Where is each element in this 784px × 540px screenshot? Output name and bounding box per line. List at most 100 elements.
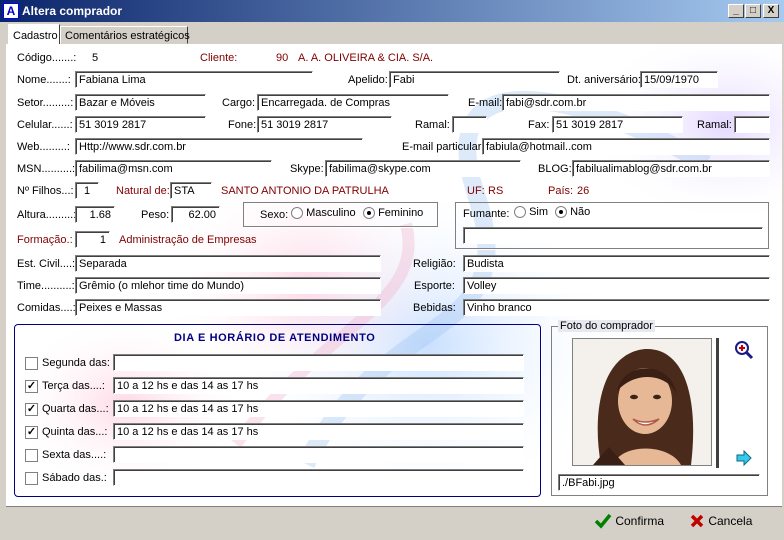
fumante-label: Fumante:	[463, 208, 510, 220]
sexo-masculino-label: Masculino	[306, 207, 356, 219]
confirm-label: Confirma	[615, 514, 665, 528]
nome-label: Nome.......:	[17, 74, 71, 86]
setor-input[interactable]: Bazar e Móveis	[75, 94, 206, 111]
bebidas-label: Bebidas:	[413, 302, 456, 314]
fone-input[interactable]: 51 3019 2817	[257, 116, 392, 133]
app-icon: A	[3, 3, 19, 19]
formacao-name: Administração de Empresas	[119, 234, 257, 246]
blog-input[interactable]: fabilualimablog@sdr.com.br	[572, 160, 770, 177]
religiao-input[interactable]: Budista	[463, 255, 770, 272]
quinta-checkbox[interactable]: ✓	[25, 426, 38, 439]
comidas-input[interactable]: Peixes e Massas	[75, 299, 381, 316]
web-input[interactable]: Http://www.sdr.com.br	[75, 138, 363, 155]
skype-input[interactable]: fabilima@skype.com	[325, 160, 521, 177]
terca-input[interactable]: 10 a 12 hs e das 14 as 17 hs	[113, 377, 524, 394]
time-label: Time..........:	[17, 280, 75, 292]
tab-cadastro[interactable]: Cadastro	[8, 24, 60, 46]
time-input[interactable]: Grêmio (o mlehor time do Mundo)	[75, 277, 381, 294]
msn-label: MSN..........:	[17, 163, 76, 175]
segunda-checkbox[interactable]	[25, 357, 38, 370]
nome-input[interactable]: Fabiana Lima	[75, 71, 313, 88]
tab-cadastro-label: Cadastro	[13, 30, 58, 42]
sexo-feminino-option[interactable]: Feminino	[363, 207, 424, 220]
cargo-label: Cargo:	[222, 97, 256, 109]
sexo-masculino-option[interactable]: Masculino	[291, 207, 356, 220]
filhos-label: Nº Filhos...:	[17, 185, 74, 197]
dt-aniversario-input[interactable]: 15/09/1970	[640, 71, 718, 88]
filhos-input[interactable]: 1	[75, 182, 99, 199]
photo-label: Foto do comprador	[558, 320, 655, 332]
maximize-button[interactable]: □	[745, 4, 761, 18]
segunda-input[interactable]	[113, 354, 524, 371]
bottom-divider	[6, 506, 782, 507]
email-particular-label: E-mail particular:	[402, 141, 485, 153]
fumante-nao-radio[interactable]	[555, 206, 567, 219]
fumante-nao-label: Não	[570, 206, 591, 218]
esporte-label: Esporte:	[414, 280, 455, 292]
cargo-input[interactable]: Encarregada. de Compras	[257, 94, 449, 111]
segunda-label: Segunda das:	[42, 357, 110, 369]
ramal1-label: Ramal:	[415, 119, 450, 131]
setor-label: Setor.........:	[17, 97, 74, 109]
uf-label: UF:	[467, 185, 485, 197]
fumante-detail-input[interactable]	[463, 227, 763, 244]
sexo-feminino-radio[interactable]	[363, 207, 375, 220]
codigo-label: Código.......:	[17, 52, 77, 64]
ramal1-input[interactable]	[452, 116, 487, 133]
zoom-in-icon[interactable]	[734, 340, 754, 360]
bebidas-input[interactable]: Vinho branco	[463, 299, 770, 316]
sexta-input[interactable]	[113, 446, 524, 463]
dt-aniversario-label: Dt. aniversário:	[567, 74, 641, 86]
peso-label: Peso:	[141, 209, 170, 221]
sexta-label: Sexta das....:	[42, 449, 107, 461]
window-title: Altera comprador	[22, 4, 123, 18]
quarta-checkbox[interactable]: ✓	[25, 403, 38, 416]
minimize-button[interactable]: _	[728, 4, 744, 18]
tab-comentarios[interactable]: Comentários estratégicos	[60, 26, 190, 44]
formacao-code-input[interactable]: 1	[75, 231, 110, 248]
quarta-input[interactable]: 10 a 12 hs e das 14 as 17 hs	[113, 400, 524, 417]
sabado-input[interactable]	[113, 469, 524, 486]
celular-label: Celular......:	[17, 119, 73, 131]
fumante-sim-option[interactable]: Sim	[514, 206, 548, 219]
natural-code-input[interactable]: STA	[170, 182, 212, 199]
ramal2-label: Ramal:	[697, 119, 732, 131]
skype-label: Skype:	[290, 163, 324, 175]
fumante-sim-radio[interactable]	[514, 206, 526, 219]
cancel-button[interactable]: Cancela	[689, 513, 765, 533]
ramal2-input[interactable]	[734, 116, 770, 133]
email-input[interactable]: fabi@sdr.com.br	[502, 94, 770, 111]
terca-checkbox[interactable]: ✓	[25, 380, 38, 393]
apelido-input[interactable]: Fabi	[389, 71, 560, 88]
email-particular-input[interactable]: fabiula@hotmail..com	[482, 138, 770, 155]
web-label: Web.........:	[17, 141, 70, 153]
uf-value: RS	[488, 185, 504, 197]
sexo-feminino-label: Feminino	[378, 207, 424, 219]
celular-input[interactable]: 51 3019 2817	[75, 116, 206, 133]
confirm-button[interactable]: Confirma	[594, 513, 676, 533]
pais-label: País:	[548, 185, 574, 197]
fax-input[interactable]: 51 3019 2817	[552, 116, 683, 133]
comidas-label: Comidas....:	[17, 302, 76, 314]
quinta-input[interactable]: 10 a 12 hs e das 14 as 17 hs	[113, 423, 524, 440]
schedule-title: DIA E HORÁRIO DE ATENDIMENTO	[174, 332, 376, 344]
altura-input[interactable]: 1.68	[75, 206, 115, 223]
pais-value: 26	[577, 185, 590, 197]
tab-comentarios-label: Comentários estratégicos	[65, 30, 190, 42]
arrow-right-icon[interactable]	[736, 449, 752, 467]
peso-input[interactable]: 62.00	[171, 206, 220, 223]
quinta-label: Quinta das...:	[42, 426, 108, 438]
sexo-masculino-radio[interactable]	[291, 207, 303, 220]
check-icon	[594, 513, 612, 529]
estcivil-input[interactable]: Separada	[75, 255, 381, 272]
photo-filename-input[interactable]: ./BFabi.jpg	[558, 474, 760, 491]
natural-city: SANTO ANTONIO DA PATRULHA	[221, 185, 389, 197]
photo-frame	[572, 338, 712, 466]
msn-input[interactable]: fabilima@msn.com	[75, 160, 272, 177]
sexta-checkbox[interactable]	[25, 449, 38, 462]
close-button[interactable]: X	[763, 4, 779, 18]
sabado-checkbox[interactable]	[25, 472, 38, 485]
esporte-input[interactable]: Volley	[463, 277, 770, 294]
cliente-code: 90	[276, 52, 289, 64]
fumante-nao-option[interactable]: Não	[555, 206, 591, 219]
